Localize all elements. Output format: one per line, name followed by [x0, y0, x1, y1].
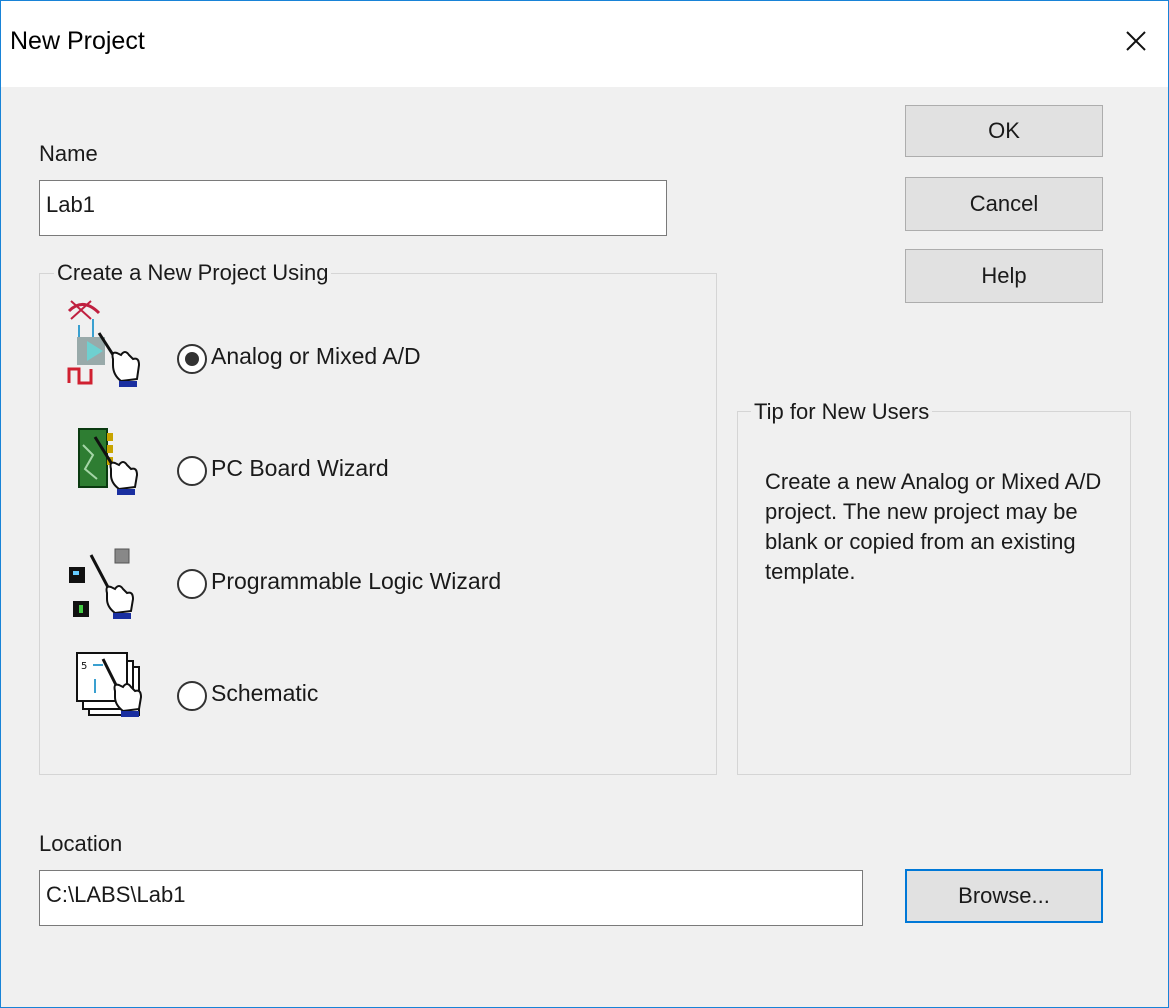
analog-project-icon — [65, 299, 145, 389]
schematic-icon: 5 — [73, 649, 153, 739]
analog-radio[interactable] — [177, 344, 207, 374]
option-programmable-logic-label: Programmable Logic Wizard — [211, 568, 502, 594]
help-button[interactable]: Help — [905, 249, 1103, 303]
tip-group — [737, 411, 1131, 775]
option-analog[interactable]: Analog or Mixed A/D — [177, 342, 497, 382]
option-programmable-logic[interactable]: Programmable Logic Wizard — [177, 567, 577, 607]
programmable-logic-radio[interactable] — [177, 569, 207, 599]
close-icon — [1126, 31, 1146, 51]
radio-selected-dot — [185, 352, 199, 366]
name-input-value: Lab1 — [46, 192, 95, 217]
cancel-button[interactable]: Cancel — [905, 177, 1103, 231]
pcb-wizard-icon — [73, 425, 153, 515]
location-input[interactable]: C:\LABS\Lab1 — [39, 870, 863, 926]
name-label: Name — [39, 141, 98, 166]
new-project-dialog: New Project Name Lab1 OK Cancel Help Cre… — [0, 0, 1169, 1008]
schematic-radio[interactable] — [177, 681, 207, 711]
name-input[interactable]: Lab1 — [39, 180, 667, 236]
svg-text:5: 5 — [81, 661, 87, 672]
tip-legend: Tip for New Users — [751, 399, 933, 425]
option-analog-label: Analog or Mixed A/D — [211, 343, 421, 369]
option-schematic[interactable]: Schematic — [177, 679, 497, 719]
option-schematic-label: Schematic — [211, 680, 319, 706]
title-bar: New Project — [1, 1, 1168, 87]
programmable-logic-icon — [65, 541, 145, 631]
close-button[interactable] — [1118, 23, 1154, 59]
tip-text: Create a new Analog or Mixed A/D project… — [765, 469, 1102, 584]
option-pcb-wizard-label: PC Board Wizard — [211, 455, 389, 481]
ok-button[interactable]: OK — [905, 105, 1103, 157]
pcb-wizard-radio[interactable] — [177, 456, 207, 486]
location-input-value: C:\LABS\Lab1 — [46, 882, 186, 907]
window-title: New Project — [10, 27, 145, 55]
project-type-legend: Create a New Project Using — [54, 260, 332, 286]
browse-button[interactable]: Browse... — [905, 869, 1103, 923]
option-pcb-wizard[interactable]: PC Board Wizard — [177, 454, 497, 494]
location-label: Location — [39, 831, 123, 856]
